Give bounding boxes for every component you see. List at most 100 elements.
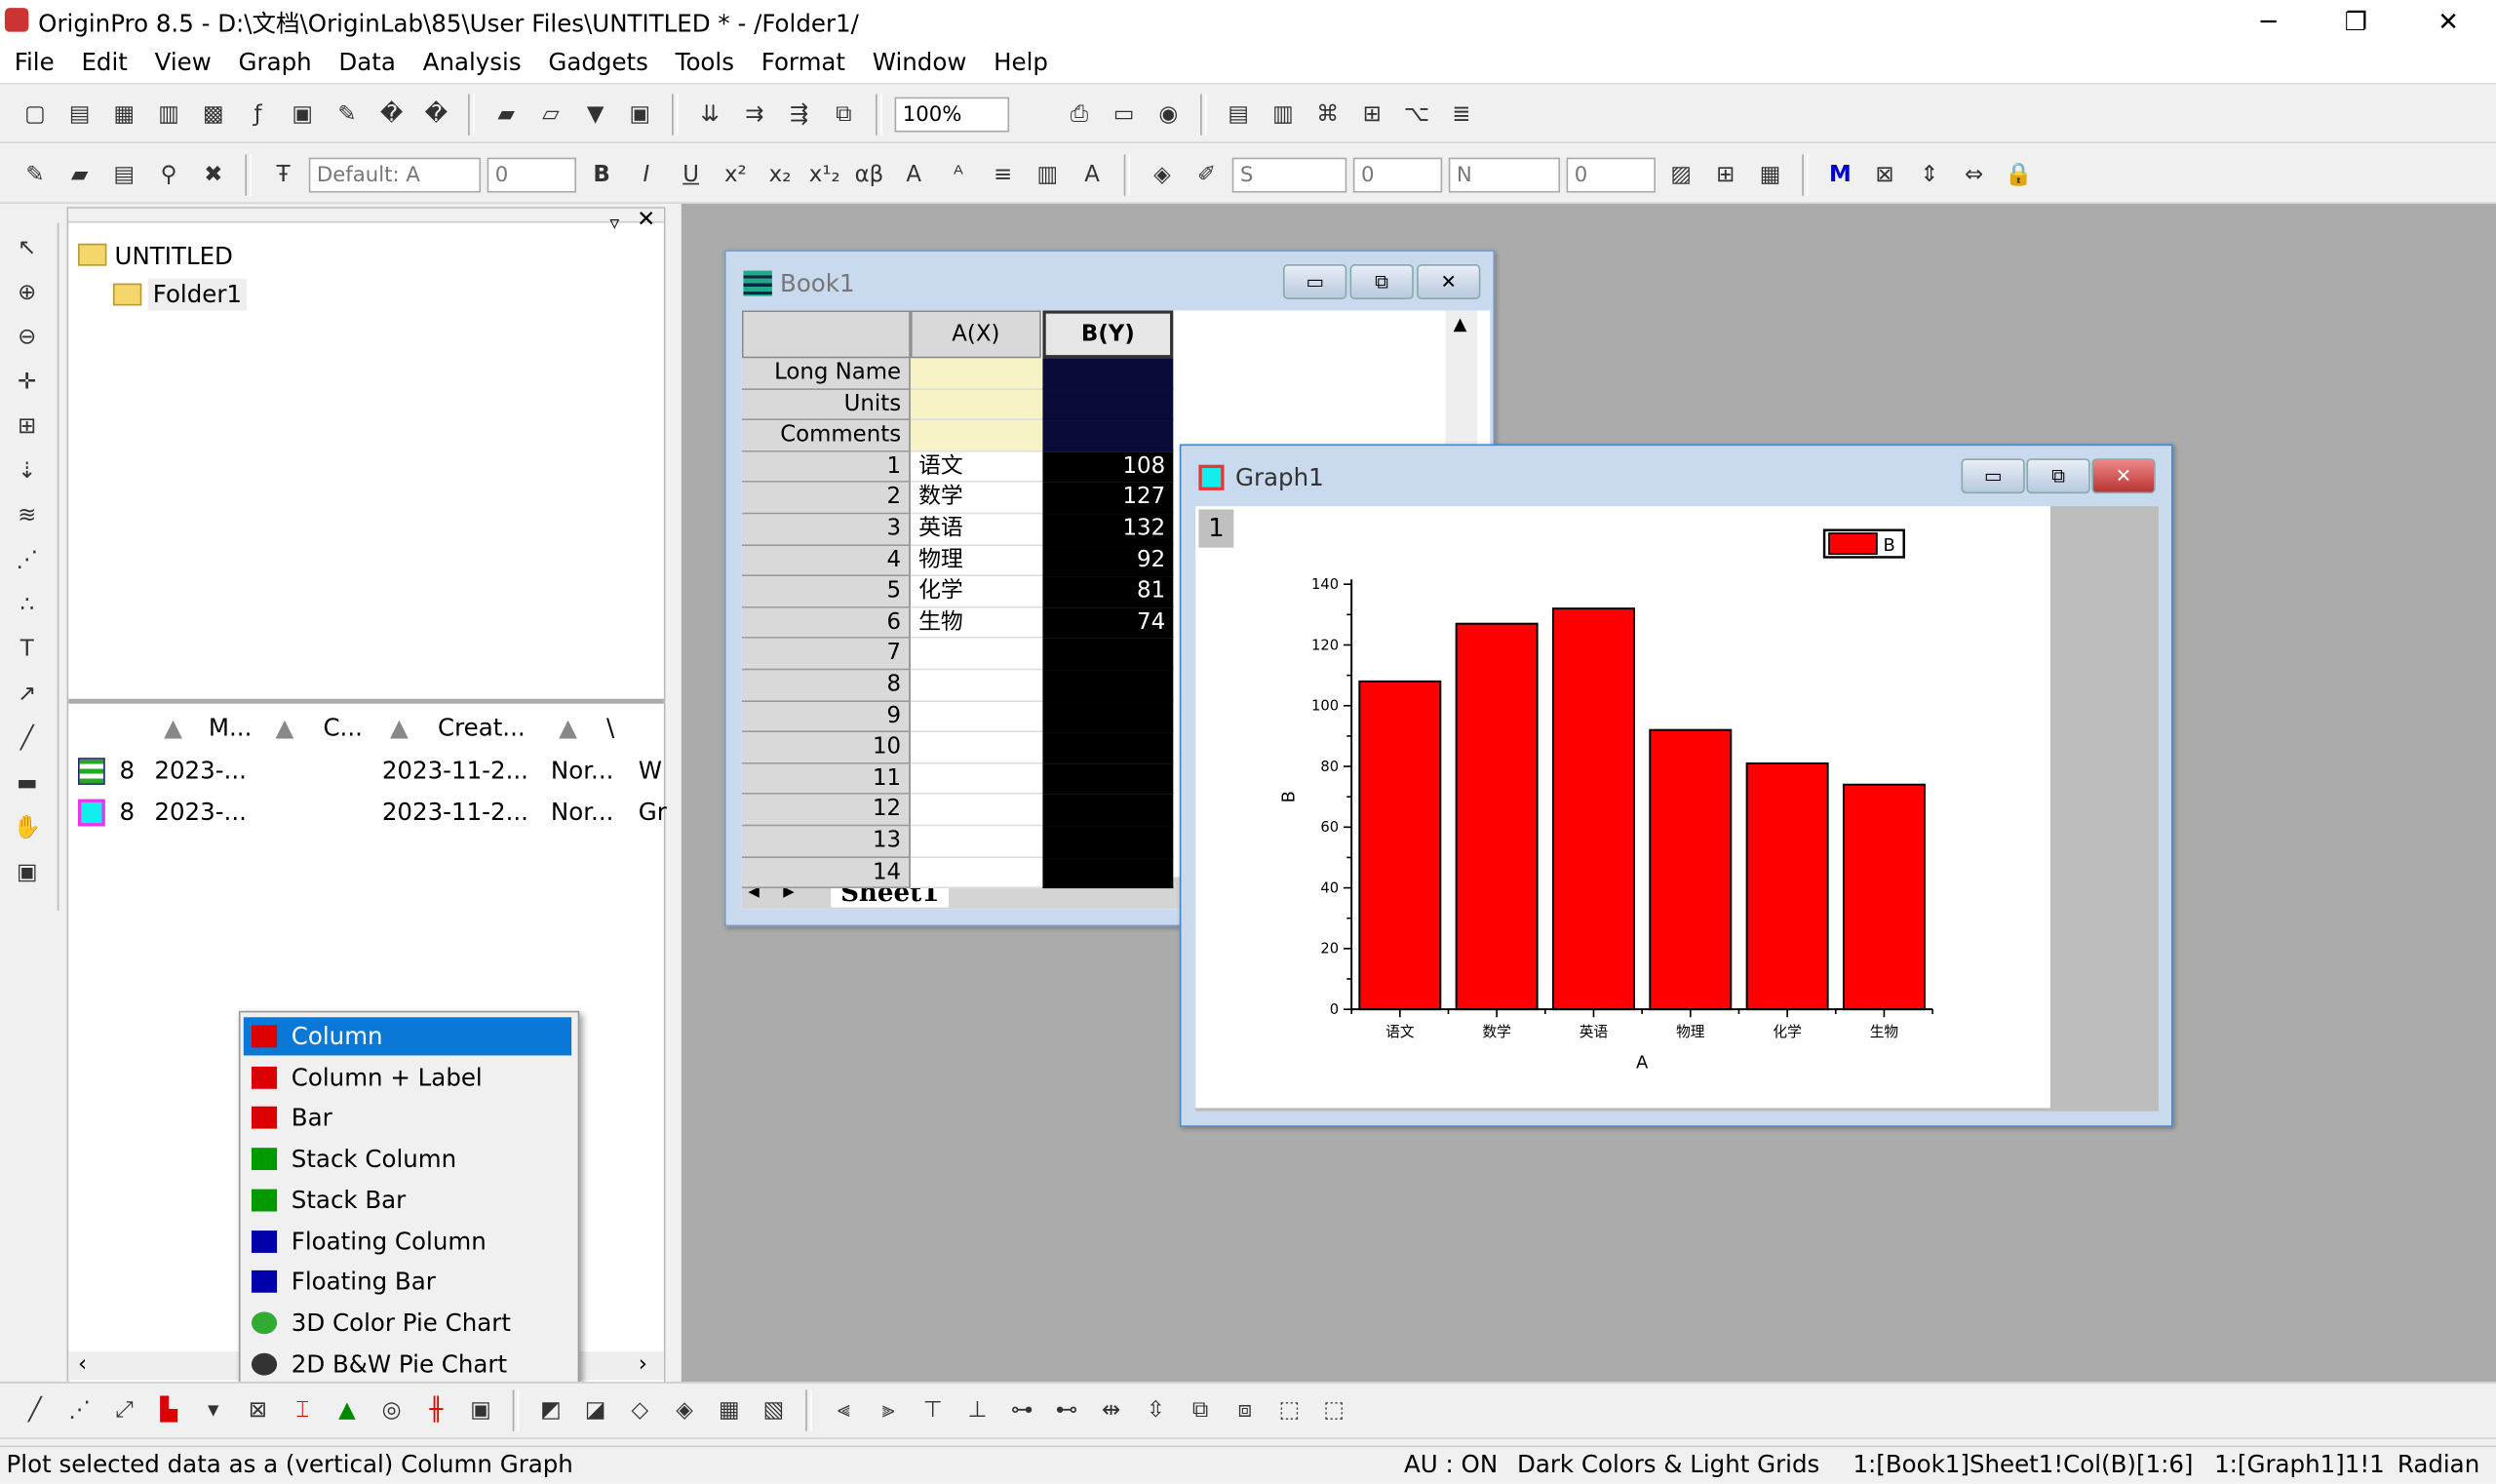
line-tool-icon[interactable]: ╱	[8, 720, 46, 758]
row-label[interactable]: Long Name	[741, 358, 911, 390]
font-color-icon[interactable]: A	[1072, 155, 1111, 193]
menu-item-column-label[interactable]: Column + Label	[244, 1058, 571, 1096]
menu-item-bar[interactable]: Bar	[244, 1099, 571, 1137]
label-cell-b[interactable]	[1042, 420, 1174, 452]
add-column-icon[interactable]: ≣	[1442, 95, 1480, 133]
layer-icon[interactable]: ▤	[105, 155, 143, 193]
cell-b[interactable]: 108	[1042, 451, 1174, 484]
hi-lo-icon[interactable]: ╫	[417, 1391, 455, 1429]
import-ascii-icon[interactable]: ▣	[621, 95, 659, 133]
refresh-icon[interactable]: ⧉	[825, 95, 863, 133]
menu-graph[interactable]: Graph	[224, 45, 325, 76]
data-reader-icon[interactable]: ⇣	[8, 452, 46, 490]
book1-maximize[interactable]: ⧉	[1349, 264, 1414, 299]
polar-icon[interactable]: ◎	[372, 1391, 410, 1429]
open-icon[interactable]: �	[372, 95, 410, 133]
column-header-b[interactable]: B(Y)	[1042, 310, 1174, 359]
cell-b[interactable]	[1042, 795, 1174, 827]
font-combo[interactable]: Default: A	[308, 156, 482, 192]
new-graph-icon[interactable]: ▥	[149, 95, 187, 133]
menu-item-floating-column[interactable]: Floating Column	[244, 1222, 571, 1260]
lock-icon[interactable]: 🔒	[2000, 155, 2038, 193]
cell-b[interactable]: 74	[1042, 607, 1174, 640]
cell-a[interactable]	[910, 701, 1043, 733]
zoom-combo[interactable]: 100%	[894, 96, 1010, 132]
error-bar-icon[interactable]: ⌶	[284, 1391, 322, 1429]
columns-icon[interactable]: ▥	[1029, 155, 1067, 193]
cell-b[interactable]	[1042, 670, 1174, 702]
align-hcenter-icon[interactable]: ⊷	[1047, 1391, 1085, 1429]
row-number[interactable]: 2	[741, 483, 911, 515]
code-builder-icon[interactable]: ◉	[1150, 95, 1188, 133]
cell-a[interactable]	[910, 857, 1043, 889]
send-back-icon[interactable]: ⧈	[1226, 1391, 1264, 1429]
line-width-combo[interactable]: 0	[1352, 156, 1443, 192]
fill-pattern-combo[interactable]: N	[1448, 156, 1561, 192]
open-excel-icon[interactable]: ▰	[488, 95, 526, 133]
pe-splitter[interactable]	[68, 698, 664, 704]
new-function-icon[interactable]: ƒ	[239, 95, 277, 133]
chevron-down-icon[interactable]: ▾	[194, 1391, 232, 1429]
col-view[interactable]: \	[606, 713, 614, 741]
text-tool-icon[interactable]: T	[8, 631, 46, 669]
save-icon[interactable]: ▱	[531, 95, 569, 133]
align-right-icon[interactable]: ⫸	[869, 1391, 907, 1429]
menu-window[interactable]: Window	[858, 45, 979, 76]
label-cell-b[interactable]	[1042, 389, 1174, 421]
row-label[interactable]: Comments	[741, 420, 911, 452]
image-plot-icon[interactable]: ▧	[755, 1391, 793, 1429]
row-number[interactable]: 6	[741, 607, 911, 640]
folder-icon[interactable]: ▰	[60, 155, 98, 193]
cell-b[interactable]	[1042, 857, 1174, 889]
new-layout-icon[interactable]: ▣	[284, 95, 322, 133]
cell-a[interactable]	[910, 732, 1043, 764]
duplicate-icon[interactable]: ⇶	[780, 95, 818, 133]
increase-font-icon[interactable]: A	[895, 155, 933, 193]
table-icon[interactable]: ▦	[1751, 155, 1789, 193]
unmask-icon[interactable]: ⊠	[1866, 155, 1904, 193]
column-header-a[interactable]: A(X)	[910, 310, 1041, 359]
remove-icon[interactable]: ✖	[194, 155, 232, 193]
bold-button[interactable]: B	[583, 155, 621, 193]
rectangle-tool-icon[interactable]: ▬	[8, 764, 46, 802]
book1-close[interactable]: ✕	[1417, 264, 1481, 299]
row-label[interactable]: Units	[741, 389, 911, 421]
book1-minimize[interactable]: ▭	[1282, 264, 1347, 299]
menu-help[interactable]: Help	[979, 45, 1061, 76]
contour-icon[interactable]: ▦	[710, 1391, 748, 1429]
align-vcenter-icon[interactable]: ⊶	[1003, 1391, 1041, 1429]
row-number[interactable]: 3	[741, 514, 911, 546]
same-height-icon[interactable]: ⇳	[1137, 1391, 1175, 1429]
group-icon[interactable]: ⬚	[1270, 1391, 1308, 1429]
print-icon[interactable]	[1016, 95, 1054, 133]
menu-item-stack-bar[interactable]: Stack Bar	[244, 1181, 571, 1219]
restore-button[interactable]: ❐	[2324, 3, 2388, 41]
3d-bars-icon[interactable]: ◪	[576, 1391, 614, 1429]
pointer-icon[interactable]: ↖	[8, 229, 46, 267]
cell-b[interactable]	[1042, 639, 1174, 671]
row-number[interactable]: 8	[741, 670, 911, 702]
column-plot-icon[interactable]: ▙	[149, 1391, 187, 1429]
cell-b[interactable]	[1042, 732, 1174, 764]
close-button[interactable]: ✕	[2416, 3, 2479, 41]
project-list-item[interactable]: 8 2023-... 2023-11-2... Nor... W	[68, 753, 664, 791]
mask-tool-icon[interactable]: ⋰	[8, 541, 46, 579]
label-cell-a[interactable]	[910, 358, 1043, 390]
cell-b[interactable]	[1042, 763, 1174, 796]
scatter-plot-icon[interactable]: ⋰	[60, 1391, 98, 1429]
graph1-maximize[interactable]: ⧉	[2026, 458, 2090, 494]
menu-gadgets[interactable]: Gadgets	[534, 45, 661, 76]
row-number[interactable]: 9	[741, 701, 911, 733]
cell-a[interactable]: 化学	[910, 576, 1043, 608]
col-modified[interactable]: M...	[209, 713, 252, 741]
column-chart[interactable]: 语文 数学 英语 物理 化学 生物 0 20 40 60 80 100 120 140 A B B	[1195, 506, 2050, 1108]
font-size-combo[interactable]: 0	[487, 156, 577, 192]
zoom-in-icon[interactable]: ⊕	[8, 274, 46, 312]
corner-cell[interactable]	[741, 310, 911, 359]
zoom-out-icon[interactable]: ⊖	[8, 319, 46, 357]
worksheet-vscroll[interactable]: ▲	[1445, 310, 1478, 445]
greek-icon[interactable]: αβ	[850, 155, 888, 193]
menu-item-floating-bar[interactable]: Floating Bar	[244, 1263, 571, 1301]
cell-a[interactable]: 数学	[910, 483, 1043, 515]
row-number[interactable]: 10	[741, 732, 911, 764]
